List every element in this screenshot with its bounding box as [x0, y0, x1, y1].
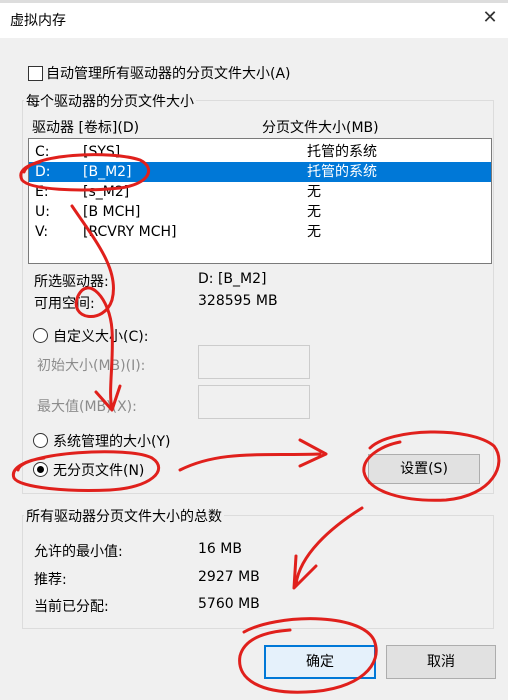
totals-group-title: 所有驱动器分页文件大小的总数 — [24, 506, 224, 526]
close-icon[interactable]: ✕ — [476, 4, 504, 32]
list-item[interactable]: C: [SYS] 托管的系统 — [29, 142, 491, 162]
custom-size-label[interactable]: 自定义大小(C): — [53, 326, 148, 346]
drive-letter: V: — [35, 224, 49, 240]
no-paging-radio[interactable] — [33, 462, 48, 477]
no-paging-label[interactable]: 无分页文件(N) — [53, 460, 144, 480]
list-item[interactable]: U: [B MCH] 无 — [29, 202, 491, 222]
list-item[interactable]: V: [RCVRY MCH] 无 — [29, 222, 491, 242]
drive-size: 托管的系统 — [307, 144, 377, 160]
drive-list[interactable]: C: [SYS] 托管的系统 D: [B_M2] 托管的系统 E: [s_M2]… — [28, 138, 492, 264]
drive-label: [B_M2] — [83, 164, 132, 180]
drive-size: 无 — [307, 224, 321, 240]
drive-label: [s_M2] — [83, 184, 130, 200]
recommended-value: 2927 MB — [198, 569, 260, 585]
per-drive-group-title: 每个驱动器的分页文件大小 — [24, 91, 196, 111]
initial-size-label: 初始大小(MB)(I): — [37, 358, 146, 374]
selected-drive-label: 所选驱动器: — [34, 274, 109, 290]
drive-label: [B MCH] — [83, 204, 141, 220]
title-bar — [0, 0, 508, 38]
drive-size: 无 — [307, 184, 321, 200]
auto-manage-checkbox[interactable] — [28, 66, 43, 81]
custom-size-radio[interactable] — [33, 328, 48, 343]
drive-label: [RCVRY MCH] — [83, 224, 177, 240]
window-title: 虚拟内存 — [10, 13, 66, 29]
cancel-button[interactable]: 取消 — [386, 645, 496, 679]
list-item[interactable]: E: [s_M2] 无 — [29, 182, 491, 202]
system-managed-label[interactable]: 系统管理的大小(Y) — [53, 431, 170, 451]
current-label: 当前已分配: — [34, 599, 109, 615]
recommended-label: 推荐: — [34, 572, 67, 588]
free-space-label: 可用空间: — [34, 296, 95, 312]
drive-size: 托管的系统 — [307, 164, 377, 180]
min-label: 允许的最小值: — [34, 544, 123, 560]
drive-column-header: 驱动器 [卷标](D) — [32, 120, 140, 136]
max-size-label: 最大值(MB)(X): — [37, 399, 137, 415]
drive-size: 无 — [307, 204, 321, 220]
list-item[interactable]: D: [B_M2] 托管的系统 — [29, 162, 491, 182]
free-space-value: 328595 MB — [198, 293, 278, 309]
drive-letter: U: — [35, 204, 50, 220]
current-value: 5760 MB — [198, 596, 260, 612]
drive-letter: D: — [35, 164, 51, 180]
ok-button[interactable]: 确定 — [264, 645, 376, 679]
selected-drive-value: D: [B_M2] — [198, 271, 267, 287]
top-strip — [0, 0, 508, 3]
size-column-header: 分页文件大小(MB) — [262, 120, 379, 136]
system-managed-radio[interactable] — [33, 433, 48, 448]
initial-size-input[interactable] — [198, 345, 310, 379]
drive-letter: E: — [35, 184, 49, 200]
min-value: 16 MB — [198, 541, 242, 557]
auto-manage-label[interactable]: 自动管理所有驱动器的分页文件大小(A) — [46, 63, 291, 83]
drive-label: [SYS] — [83, 144, 121, 160]
set-button[interactable]: 设置(S) — [368, 454, 480, 484]
drive-letter: C: — [35, 144, 50, 160]
max-size-input[interactable] — [198, 385, 310, 419]
